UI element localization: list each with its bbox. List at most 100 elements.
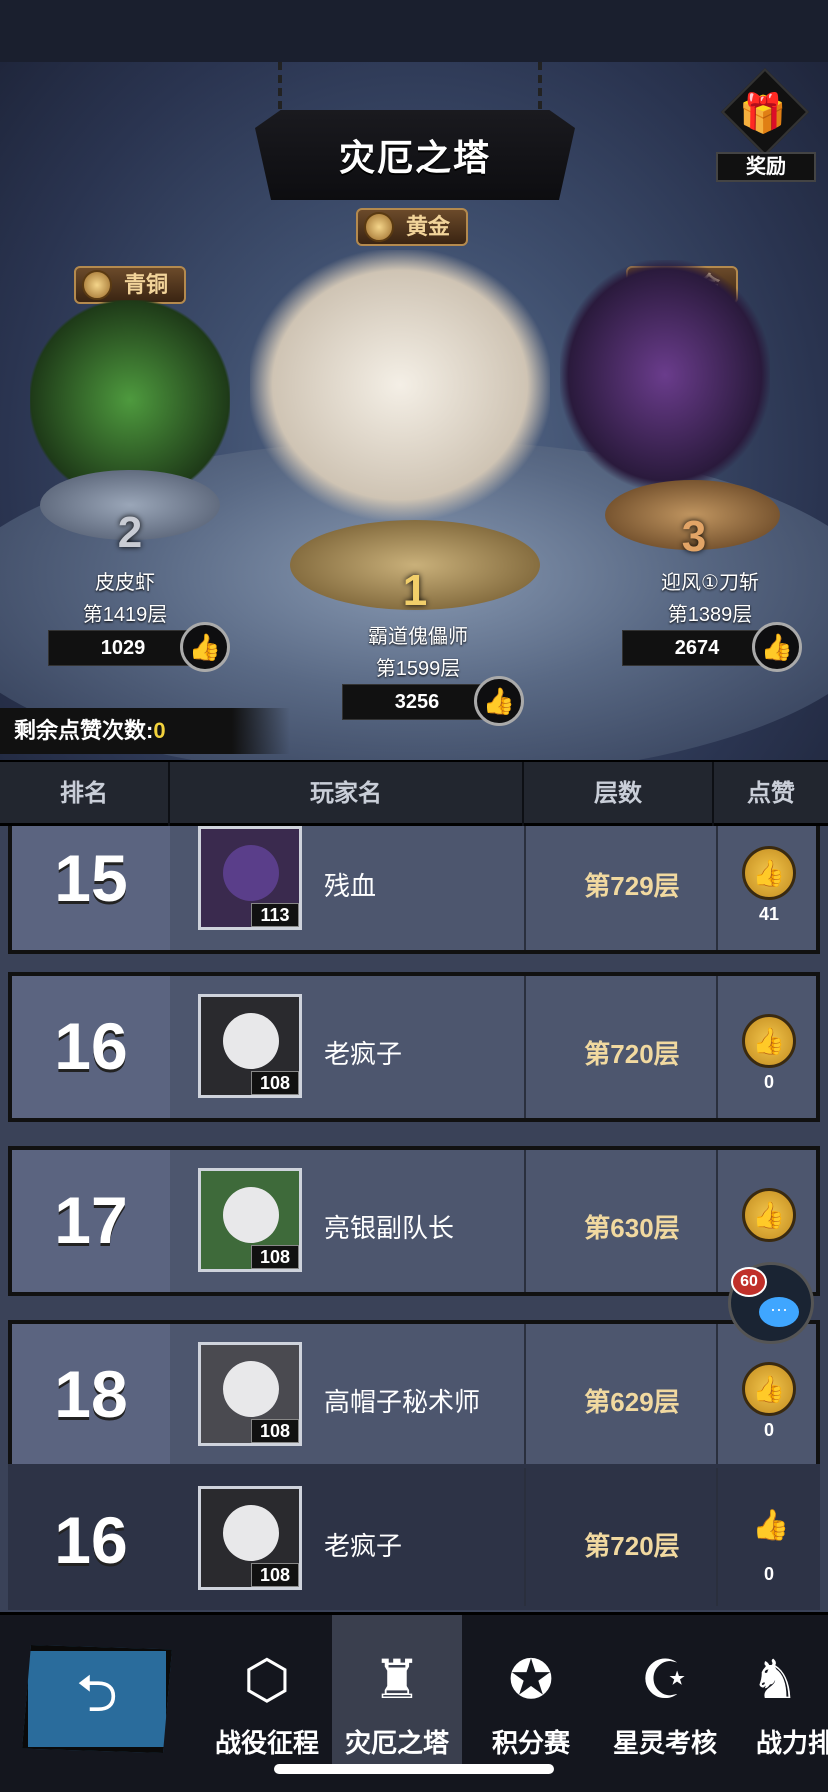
player-name: 老疯子 xyxy=(324,1039,403,1069)
level-badge: 113 xyxy=(251,903,299,927)
like-count: 0 xyxy=(763,1072,774,1092)
col-floor: 层数 xyxy=(594,780,642,807)
tab-tower[interactable]: ♜ 灾厄之塔 xyxy=(332,1615,462,1770)
character-1[interactable] xyxy=(250,250,550,520)
rank-number: 16 xyxy=(54,1009,128,1083)
thumbs-up-icon: 👍 xyxy=(760,631,794,662)
podium-likes-1: 3256 xyxy=(342,684,492,720)
podium-name-3: 迎风①刀斩 xyxy=(661,572,759,594)
thumbs-up-icon: 👍 xyxy=(752,1199,786,1230)
avatar-face xyxy=(223,1361,279,1417)
tab-arena[interactable]: ✪ 积分赛 xyxy=(466,1615,596,1770)
divider xyxy=(524,1468,526,1606)
player-name: 亮银副队长 xyxy=(324,1213,455,1243)
divider xyxy=(524,1324,526,1466)
like-count: 0 xyxy=(763,1564,774,1584)
avatar-face xyxy=(223,1013,279,1069)
like-button[interactable]: 👍 xyxy=(742,1014,796,1068)
like-count: 0 xyxy=(763,1420,774,1440)
chat-icon: ··· xyxy=(759,1297,799,1327)
like-button-1[interactable]: 👍 xyxy=(474,676,524,726)
home-indicator[interactable] xyxy=(274,1764,554,1774)
tab-label: 积分赛 xyxy=(491,1728,570,1758)
avatar[interactable]: 108 xyxy=(198,1168,302,1272)
place-number-1: 1 xyxy=(402,566,428,615)
avatar-face xyxy=(223,845,279,901)
chat-button[interactable]: 60 ··· xyxy=(728,1262,814,1344)
thumbs-up-icon: 👍 xyxy=(752,1025,786,1056)
tab-label: 战力排 xyxy=(755,1728,828,1758)
player-floor: 第630层 xyxy=(584,1213,680,1243)
self-row: 16 108 老疯子 第720层 👍 0 xyxy=(8,1464,820,1610)
avatar[interactable]: 108 xyxy=(198,994,302,1098)
page-title: 灾厄之塔 xyxy=(338,137,491,178)
like-count: 41 xyxy=(758,904,780,924)
player-floor: 第720层 xyxy=(584,1531,680,1561)
rank-number: 16 xyxy=(54,1503,128,1577)
thumbs-up-icon: 👍 xyxy=(752,1373,786,1404)
podium-floor-1: 第1599层 xyxy=(375,658,461,680)
like-button[interactable]: 👍 xyxy=(742,846,796,900)
leaderboard-list[interactable]: 15 113 残血 第729层 👍 41 16 108 老疯子 第720层 👍 … xyxy=(0,826,828,1612)
divider xyxy=(716,1150,718,1292)
back-arrow-icon: ⮌ xyxy=(76,1664,118,1723)
tower-hero-area: 灾厄之塔 🎁 奖励 青铜 2 皮皮虾 第1419层 1029 👍 黄金 1 霸道… xyxy=(0,0,828,760)
remaining-likes-value: 0 xyxy=(153,718,166,743)
rank-number: 18 xyxy=(54,1357,128,1431)
tier-badge-1: 黄金 xyxy=(356,208,469,246)
podium-likes-2: 1029 xyxy=(48,630,198,666)
character-3[interactable] xyxy=(560,260,770,490)
player-name: 老疯子 xyxy=(324,1531,403,1561)
avatar-face xyxy=(223,1187,279,1243)
place-number-2: 2 xyxy=(117,508,143,557)
rank-number: 15 xyxy=(54,841,128,915)
col-rank: 排名 xyxy=(60,780,108,807)
tab-campaign[interactable]: ⬡ 战役征程 xyxy=(202,1615,332,1770)
player-name: 高帽子秘术师 xyxy=(324,1387,481,1417)
divider xyxy=(524,1150,526,1292)
top-bar xyxy=(0,0,828,62)
avatar[interactable]: 113 xyxy=(198,826,302,930)
table-row[interactable]: 18 108 高帽子秘术师 第629层 👍 0 xyxy=(8,1320,820,1470)
thumbs-up-icon: 👍 xyxy=(752,857,786,888)
tier-badge-2: 青铜 xyxy=(74,266,187,304)
table-row[interactable]: 17 108 亮银副队长 第630层 👍 xyxy=(8,1146,820,1296)
like-button-2[interactable]: 👍 xyxy=(180,622,230,672)
level-badge: 108 xyxy=(251,1245,299,1269)
table-row[interactable]: 16 108 老疯子 第720层 👍 0 xyxy=(8,972,820,1122)
like-button-3[interactable]: 👍 xyxy=(752,622,802,672)
tab-label: 战役征程 xyxy=(214,1728,319,1758)
tab-star-spirit[interactable]: ☪ 星灵考核 xyxy=(600,1615,730,1770)
player-floor: 第720层 xyxy=(584,1039,680,1069)
reward-label: 奖励 xyxy=(716,152,816,182)
divider xyxy=(716,1324,718,1466)
tier-emblem-icon xyxy=(364,212,394,242)
level-badge: 108 xyxy=(251,1563,299,1587)
like-button[interactable]: 👍 xyxy=(742,1362,796,1416)
divider xyxy=(524,826,526,950)
podium-name-2: 皮皮虾 xyxy=(95,572,155,594)
reward-button[interactable]: 🎁 奖励 xyxy=(710,67,820,187)
col-player: 玩家名 xyxy=(310,780,382,807)
podium-likes-3: 2674 xyxy=(622,630,772,666)
tower-icon: ♜ xyxy=(372,1650,422,1710)
player-floor: 第729层 xyxy=(584,871,680,901)
remaining-likes: 剩余点赞次数:0 xyxy=(0,708,290,754)
podium-name-1: 霸道傀儡师 xyxy=(368,626,468,648)
avatar[interactable]: 108 xyxy=(198,1486,302,1590)
star-moon-icon: ☪ xyxy=(640,1650,690,1710)
tab-label: 灾厄之塔 xyxy=(344,1728,449,1758)
level-badge: 108 xyxy=(251,1419,299,1443)
power-rank-icon: ♞ xyxy=(750,1650,800,1710)
place-number-3: 3 xyxy=(681,512,707,561)
divider xyxy=(716,1468,718,1606)
avatar[interactable]: 108 xyxy=(198,1342,302,1446)
level-badge: 108 xyxy=(251,1071,299,1095)
like-button[interactable]: 👍 xyxy=(742,1188,796,1242)
back-button[interactable]: ⮌ xyxy=(22,1645,172,1753)
tab-label: 星灵考核 xyxy=(612,1728,717,1758)
table-row[interactable]: 15 113 残血 第729层 👍 41 xyxy=(8,826,820,954)
divider xyxy=(716,976,718,1118)
tab-power-rank[interactable]: ♞ 战力排 xyxy=(730,1615,828,1770)
player-name: 残血 xyxy=(324,871,377,901)
